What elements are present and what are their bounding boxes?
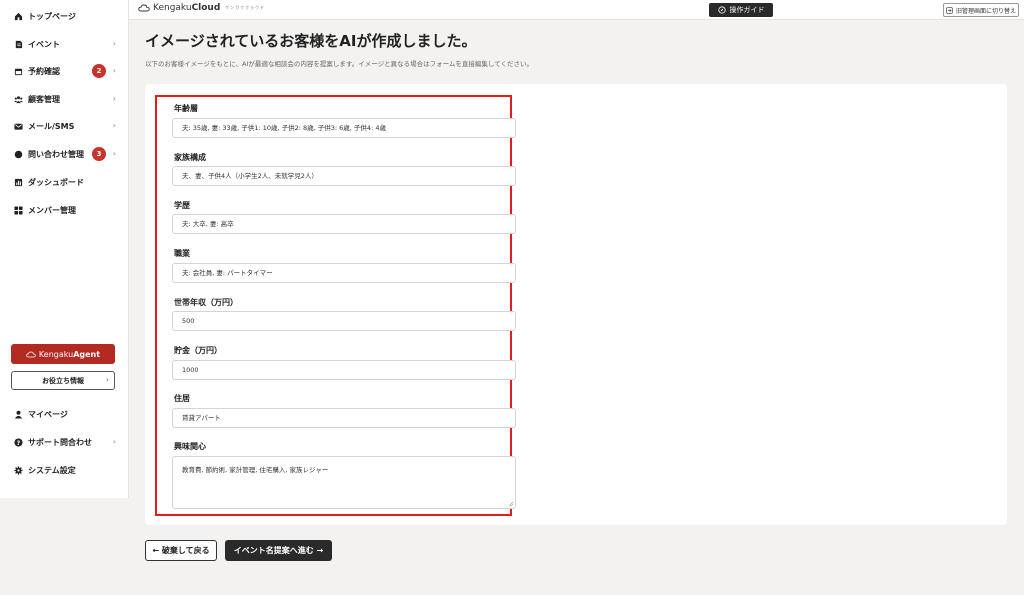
chevron-right-icon: ›	[112, 437, 116, 446]
sidebar-item-support[interactable]: ? サポート問合わせ ›	[14, 434, 122, 450]
switch-old-admin-label: 旧管理画面に切り替え	[955, 7, 1016, 15]
field-label-income: 世帯年収（万円）	[174, 298, 238, 307]
field-label-age: 年齢層	[174, 104, 198, 113]
useful-info-button[interactable]: お役立ち情報 ›	[11, 371, 115, 390]
family-input[interactable]: 夫、妻、子供4人（小学生2人、未就学児2人）	[172, 166, 516, 186]
sidebar-item-label: マイページ	[28, 409, 68, 419]
agent-brand-light: Kengaku	[38, 349, 74, 359]
sidebar-item-label: 問い合わせ管理	[28, 149, 84, 159]
sidebar-item-label: トップページ	[28, 11, 76, 21]
sidebar: トップページ イベント › 予約確認 2 › 顧客管理 › メール/SMS › …	[0, 0, 129, 498]
sidebar-item-label: 顧客管理	[28, 94, 60, 104]
sidebar-item-my-page[interactable]: マイページ	[14, 406, 122, 422]
chevron-right-icon: ›	[105, 375, 109, 384]
compass-icon	[717, 6, 726, 14]
notification-badge: 3	[92, 147, 106, 161]
customer-form-highlight: 年齢層 夫: 35歳, 妻: 33歳, 子供1: 10歳, 子供2: 8歳, 子…	[155, 95, 516, 516]
savings-input[interactable]: 1000	[172, 360, 516, 380]
housing-input[interactable]: 賃貸アパート	[172, 408, 516, 428]
chevron-right-icon: ›	[112, 149, 116, 158]
sidebar-item-label: システム設定	[28, 465, 76, 475]
field-label-interests: 興味関心	[174, 442, 206, 451]
sidebar-item-reservations[interactable]: 予約確認 2 ›	[14, 63, 122, 79]
discard-back-button[interactable]: ← 破棄して戻る	[145, 540, 217, 561]
cloud-icon	[26, 351, 36, 358]
kengaku-agent-button[interactable]: Kengaku Agent	[11, 344, 115, 364]
sidebar-item-top-page[interactable]: トップページ	[14, 8, 122, 24]
field-label-occupation: 職業	[174, 249, 190, 258]
sidebar-item-inquiries[interactable]: 問い合わせ管理 3 ›	[14, 146, 122, 162]
chart-icon	[14, 178, 23, 187]
operation-guide-label: 操作ガイド	[729, 6, 765, 14]
operation-guide-button[interactable]: 操作ガイド	[709, 3, 773, 17]
sidebar-item-label: ダッシュボード	[28, 177, 84, 187]
sidebar-item-dashboard[interactable]: ダッシュボード	[14, 174, 122, 190]
switch-old-admin-button[interactable]: 旧管理画面に切り替え	[943, 3, 1019, 17]
sidebar-item-members[interactable]: メンバー管理	[14, 202, 122, 218]
field-label-housing: 住居	[174, 394, 190, 403]
home-icon	[14, 12, 23, 21]
chevron-right-icon: ›	[112, 66, 116, 75]
agent-brand-bold: Agent	[73, 349, 101, 359]
age-input[interactable]: 夫: 35歳, 妻: 33歳, 子供1: 10歳, 子供2: 8歳, 子供3: …	[172, 118, 516, 138]
sidebar-item-label: サポート問合わせ	[28, 437, 92, 447]
calendar-icon	[14, 67, 23, 76]
occupation-input[interactable]: 夫: 会社員, 妻: パートタイマー	[172, 263, 516, 283]
person-icon	[14, 410, 23, 419]
svg-text:?: ?	[17, 439, 21, 446]
chevron-right-icon: ›	[112, 94, 116, 103]
sidebar-item-label: メンバー管理	[28, 205, 76, 215]
field-label-education: 学歴	[174, 201, 190, 210]
chevron-right-icon: ›	[112, 121, 116, 130]
interests-value: 教育費, 節約術, 家計管理, 住宅購入, 家族レジャー	[182, 466, 329, 474]
resize-handle-icon[interactable]	[508, 501, 514, 507]
chat-icon	[14, 150, 23, 159]
field-label-savings: 貯金（万円）	[174, 346, 222, 355]
logo-text-light: Kengaku	[153, 3, 192, 13]
sidebar-item-system-settings[interactable]: システム設定	[14, 462, 122, 478]
field-label-family: 家族構成	[174, 153, 206, 162]
top-header: Kengaku Cloud ケンガククラウド 操作ガイド 旧管理画面に切り替え	[129, 0, 1024, 20]
sidebar-item-mail-sms[interactable]: メール/SMS ›	[14, 118, 122, 134]
grid-icon	[14, 205, 23, 215]
users-icon	[14, 95, 23, 104]
sidebar-item-label: メール/SMS	[28, 121, 75, 131]
mail-icon	[14, 122, 23, 131]
gear-icon	[14, 465, 23, 475]
customer-image-card: 年齢層 夫: 35歳, 妻: 33歳, 子供1: 10歳, 子供2: 8歳, 子…	[145, 84, 1007, 525]
logo-text-bold: Cloud	[191, 3, 221, 13]
education-input[interactable]: 夫: 大卒, 妻: 高卒	[172, 214, 516, 234]
notification-badge: 2	[92, 64, 106, 78]
interests-textarea[interactable]: 教育費, 節約術, 家計管理, 住宅購入, 家族レジャー	[172, 456, 516, 509]
sidebar-item-customers[interactable]: 顧客管理 ›	[14, 91, 122, 107]
sidebar-item-event[interactable]: イベント ›	[14, 36, 122, 52]
sidebar-item-label: 予約確認	[28, 66, 60, 76]
logo-subtitle: ケンガククラウド	[225, 5, 266, 10]
page-subtitle: 以下のお客様イメージをもとに、AIが最適な相談会の内容を提案します。イメージと異…	[145, 60, 534, 68]
sidebar-item-label: イベント	[28, 39, 60, 49]
document-icon	[14, 40, 23, 49]
switch-icon	[946, 6, 953, 14]
page-title: イメージされているお客様をAIが作成しました。	[145, 32, 477, 50]
useful-info-label: お役立ち情報	[42, 376, 84, 385]
chevron-right-icon: ›	[112, 39, 116, 48]
kengaku-cloud-logo[interactable]: Kengaku Cloud ケンガククラウド	[138, 3, 265, 13]
cloud-icon	[138, 4, 150, 12]
help-icon: ?	[14, 437, 23, 447]
proceed-event-name-button[interactable]: イベント名提案へ進む →	[225, 540, 332, 561]
income-input[interactable]: 500	[172, 311, 516, 331]
